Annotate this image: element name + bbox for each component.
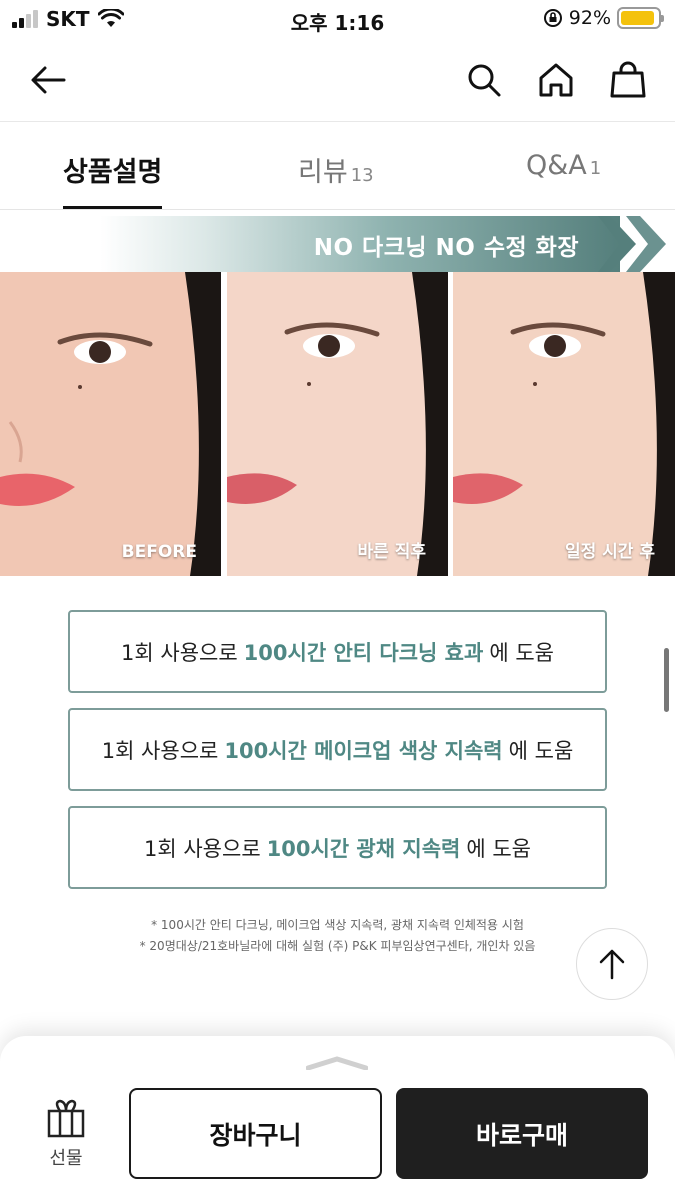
tab-description[interactable]: 상품설명 — [63, 150, 162, 189]
tab-qna-count: 1 — [589, 158, 602, 179]
photo-caption-before: BEFORE — [121, 542, 197, 562]
home-button[interactable] — [534, 58, 578, 102]
tab-reviews-label: 리뷰 — [298, 157, 348, 188]
product-tabs: 상품설명 리뷰 13 Q&A 1 — [0, 122, 675, 210]
claim-suffix: 에 도움 — [508, 738, 574, 763]
drawer-handle-icon[interactable] — [306, 1056, 368, 1070]
tabs-divider — [0, 209, 675, 210]
arrow-up-icon — [599, 949, 625, 980]
orientation-lock-icon — [543, 9, 562, 27]
back-button[interactable] — [26, 58, 70, 102]
claim-box: 1회 사용으로 100시간 광채 지속력 에 도움 — [68, 806, 607, 889]
footnotes: * 100시간 안티 다크닝, 메이크업 색상 지속력, 광채 지속력 인체적용… — [0, 915, 675, 957]
claim-suffix: 에 도움 — [489, 640, 554, 665]
buy-now-label: 바로구매 — [475, 1120, 568, 1150]
photo-caption-after-time: 일정 시간 후 — [564, 542, 655, 562]
banner-text: NO 다크닝 NO 수정 화장 — [313, 235, 579, 261]
add-to-cart-button[interactable]: 장바구니 — [129, 1088, 382, 1179]
purchase-bar: 선물 장바구니 바로구매 — [0, 1036, 675, 1200]
claim-prefix: 1회 사용으로 — [144, 836, 261, 861]
add-to-cart-label: 장바구니 — [209, 1120, 302, 1150]
claim-prefix: 1회 사용으로 — [121, 640, 238, 665]
face-photo-after-apply — [227, 272, 448, 576]
footnote-line: * 100시간 안티 다크닝, 메이크업 색상 지속력, 광채 지속력 인체적용… — [151, 918, 524, 932]
home-icon — [539, 63, 573, 97]
footnote-line: * 20명대상/21호바닐라에 대해 실험 (주) P&K 피부임상연구센타, … — [139, 939, 536, 953]
tab-reviews-count: 13 — [350, 165, 374, 186]
face-photo-before — [0, 272, 221, 576]
back-arrow-icon — [31, 66, 66, 94]
photo-after-time: 일정 시간 후 — [453, 272, 675, 576]
promo-banner: NO 다크닝 NO 수정 화장 — [0, 216, 675, 272]
buy-now-button[interactable]: 바로구매 — [396, 1088, 648, 1179]
tab-reviews[interactable]: 리뷰 13 — [298, 150, 374, 189]
claim-suffix: 에 도움 — [466, 836, 531, 861]
claim-box: 1회 사용으로 100시간 메이크업 색상 지속력 에 도움 — [68, 708, 607, 791]
search-button[interactable] — [462, 58, 506, 102]
scrollbar[interactable] — [664, 648, 669, 712]
claim-highlight: 100시간 안티 다크닝 효과 — [243, 640, 484, 665]
battery-icon — [617, 7, 664, 29]
tab-qna-label: Q&A — [526, 150, 587, 181]
chevron-right-icon — [598, 216, 666, 272]
claim-box: 1회 사용으로 100시간 안티 다크닝 효과 에 도움 — [68, 610, 607, 693]
shopping-bag-icon — [610, 61, 646, 98]
tab-qna[interactable]: Q&A 1 — [526, 150, 601, 181]
status-bar: SKT 오후 1:16 92% — [0, 0, 675, 38]
gift-button[interactable]: 선물 — [40, 1098, 92, 1170]
photo-after-apply: 바른 직후 — [227, 272, 448, 576]
top-nav-bar — [0, 40, 675, 120]
tab-description-label: 상품설명 — [63, 157, 163, 188]
cart-button[interactable] — [606, 58, 650, 102]
comparison-photos: BEFORE 바른 직후 일정 시간 후 — [0, 272, 675, 576]
scroll-to-top-button[interactable] — [576, 928, 648, 1000]
claim-highlight: 100시간 메이크업 색상 지속력 — [224, 738, 503, 763]
photo-caption-after-apply: 바른 직후 — [357, 542, 426, 562]
battery-percent: 92% — [568, 7, 611, 29]
claim-highlight: 100시간 광채 지속력 — [266, 836, 461, 861]
photo-before: BEFORE — [0, 272, 221, 576]
gift-label: 선물 — [49, 1148, 83, 1169]
search-icon — [468, 64, 501, 97]
face-photo-after-time — [453, 272, 675, 576]
claim-prefix: 1회 사용으로 — [101, 738, 219, 763]
gift-icon — [47, 1099, 85, 1138]
